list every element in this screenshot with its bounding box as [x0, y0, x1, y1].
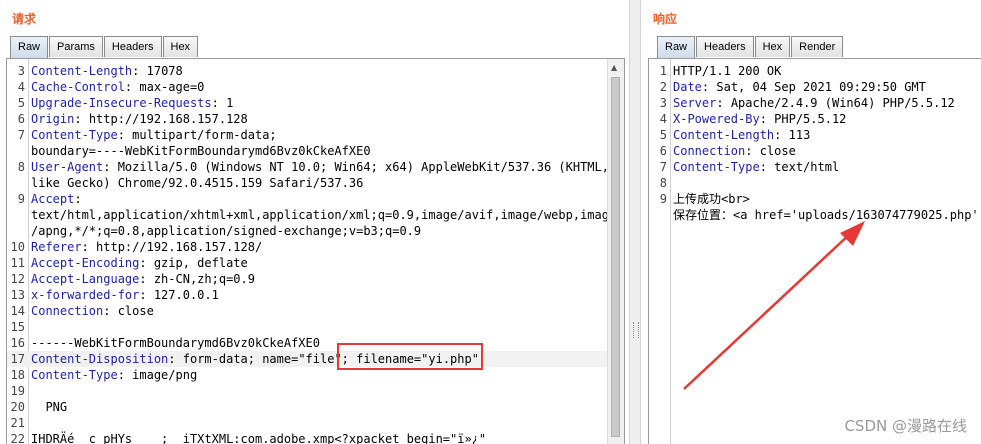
annotation-arrow [683, 221, 865, 390]
watermark: CSDN @漫路在线 [844, 417, 967, 435]
